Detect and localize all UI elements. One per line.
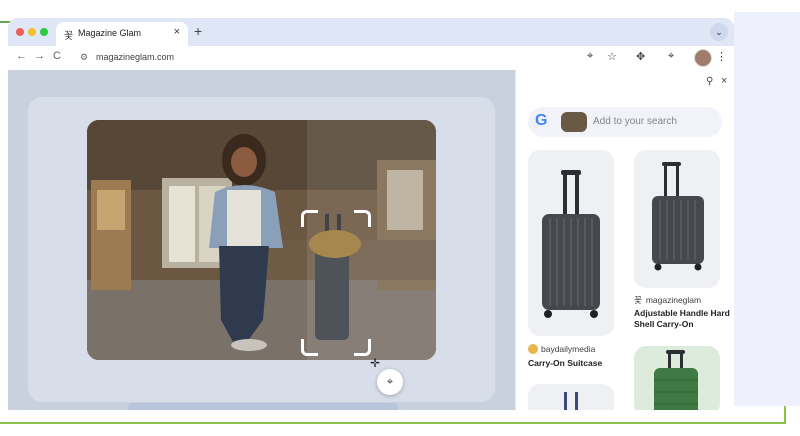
- result-source[interactable]: 꽃 magazineglam: [634, 294, 701, 306]
- web-page-viewport: ✛ ⌖: [8, 70, 515, 410]
- google-lens-icon[interactable]: ⌖: [587, 50, 593, 63]
- google-logo-icon: G: [535, 112, 548, 129]
- search-image-thumbnail[interactable]: [561, 112, 587, 132]
- background-panel: [734, 12, 800, 406]
- url-text[interactable]: magazineglam.com: [96, 52, 174, 62]
- selection-corner-handle[interactable]: [301, 210, 318, 227]
- source-name: baydailymedia: [541, 344, 596, 354]
- close-icon[interactable]: ×: [721, 75, 727, 87]
- suitcase-image: [542, 170, 600, 318]
- source-name: magazineglam: [645, 295, 702, 305]
- lens-side-panel: ⚲ × G Add to your search baydailymedia C…: [515, 70, 734, 410]
- selection-corner-handle[interactable]: [354, 339, 371, 356]
- close-window-button[interactable]: [16, 28, 24, 36]
- magazine-favicon-icon: 꽃: [634, 295, 642, 305]
- page-content: ✛ ⌖ ⚲ × G Add to your search baydailymed…: [8, 70, 734, 410]
- new-tab-button[interactable]: +: [194, 23, 202, 39]
- selection-corner-handle[interactable]: [301, 339, 318, 356]
- result-title[interactable]: Carry-On Suitcase: [528, 358, 618, 369]
- pin-icon[interactable]: ⚲: [706, 76, 713, 87]
- maximize-window-button[interactable]: [40, 28, 48, 36]
- browser-window: 꽃 Magazine Glam × + ⌄ ← → C ⚙ magazinegl…: [8, 18, 734, 410]
- source-favicon-icon: [528, 344, 538, 354]
- extensions-icon[interactable]: ✥: [636, 50, 645, 63]
- lens-search-button[interactable]: ⌖: [377, 369, 403, 395]
- add-to-search-input[interactable]: G Add to your search: [528, 107, 722, 137]
- result-card-image[interactable]: [634, 346, 720, 410]
- tab-close-icon[interactable]: ×: [174, 26, 180, 38]
- result-source[interactable]: baydailymedia: [528, 344, 595, 354]
- result-card-image[interactable]: [528, 384, 614, 410]
- placeholder-bar: [128, 403, 398, 410]
- site-info-icon[interactable]: ⚙: [80, 52, 88, 63]
- decor-line-bottom: [0, 422, 786, 424]
- suitcase-image: [652, 162, 704, 271]
- tab-strip: 꽃 Magazine Glam × + ⌄: [8, 18, 734, 46]
- tab-magazine-glam[interactable]: 꽃 Magazine Glam ×: [56, 22, 188, 46]
- search-placeholder: Add to your search: [593, 116, 677, 127]
- profile-avatar[interactable]: [694, 49, 712, 67]
- result-card-image[interactable]: [634, 150, 720, 288]
- lens-side-panel-icon[interactable]: ⌖: [668, 50, 674, 63]
- address-bar[interactable]: ⚙ magazineglam.com: [74, 48, 634, 68]
- result-card-image[interactable]: [528, 150, 614, 336]
- result-title[interactable]: Adjustable Handle Hard Shell Carry-On: [634, 308, 730, 330]
- suitcase-image: [564, 392, 578, 410]
- back-arrow-icon[interactable]: ←: [16, 50, 27, 62]
- selection-corner-handle[interactable]: [354, 210, 371, 227]
- photo-illustration: [87, 120, 436, 360]
- menu-kebab-icon[interactable]: ⋮: [716, 50, 727, 63]
- minimize-window-button[interactable]: [28, 28, 36, 36]
- suitcase-image: [654, 350, 698, 410]
- hero-photo-woman-with-suitcase[interactable]: [87, 120, 436, 360]
- decor-line-right: [784, 406, 786, 424]
- toolbar: ← → C ⚙ magazineglam.com ⌖ ☆ ✥ ⌖ ⋮: [8, 46, 734, 70]
- tab-title: Magazine Glam: [78, 28, 142, 38]
- tab-search-dropdown-button[interactable]: ⌄: [710, 23, 728, 41]
- magazine-favicon-icon: 꽃: [64, 31, 74, 42]
- lens-selection-box[interactable]: [301, 210, 371, 356]
- reload-icon[interactable]: C: [53, 50, 61, 62]
- forward-arrow-icon[interactable]: →: [34, 50, 45, 62]
- crosshair-cursor-icon: ✛: [370, 356, 381, 370]
- bookmark-star-icon[interactable]: ☆: [607, 50, 617, 63]
